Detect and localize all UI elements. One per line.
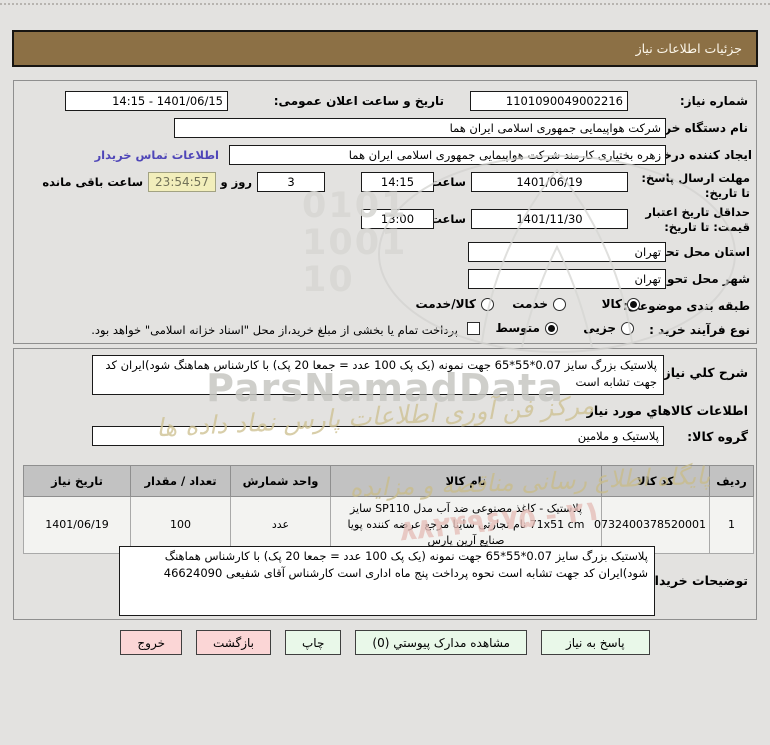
treasury-checkbox-label: پرداخت تمام یا بخشی از مبلغ خرید،از محل … [91,323,458,337]
announce-datetime-label: تاریخ و ساعت اعلان عمومی: [273,94,444,108]
delivery-city-input[interactable] [468,269,666,289]
goods-section-header: اطلاعات کالاهاي مورد نیاز [586,403,748,418]
radio-medium-label: متوسط [495,321,540,335]
exit-button[interactable]: خروج [120,630,182,655]
cell-quantity: 100 [130,496,231,554]
cell-goods-code: 0732400378520001 [594,496,710,554]
page: جزئیات اطلاعات نیاز شماره نیاز: تاریخ و … [0,0,770,745]
cell-row-number: 1 [709,496,754,554]
header-quantity: تعداد / مقدار [130,465,231,497]
radio-service-label: خدمت [512,297,548,311]
header-goods-code: کد کالا [601,465,710,497]
radio-medium[interactable]: متوسط [495,321,558,335]
goods-info-panel: شرح کلي نیاز: پلاستیک بزرگ سایز 0.07*55*… [13,348,757,620]
radio-medium-circle[interactable] [545,321,558,335]
header-goods-name: نام کالا [330,465,602,497]
price-validity-time-input[interactable] [361,209,434,229]
days-and-label: روز و [220,175,252,189]
footer-button-row: پاسخ به نیاز مشاهده مدارک پیوستي (0) چاپ… [0,630,770,655]
price-validity-label: حداقل تاریخ اعتبار قیمت: تا تاریخ: [645,205,750,234]
goods-group-label: گروه کالا: [687,429,748,444]
purchase-process-label: نوع فرآیند خرید : [649,323,750,337]
radio-goods-label: کالا [601,297,622,311]
need-info-panel: شماره نیاز: تاریخ و ساعت اعلان عمومی: نا… [13,80,757,344]
treasury-checkbox[interactable] [467,322,480,335]
response-deadline-date-input[interactable] [471,172,628,192]
goods-table-row: 1 0732400378520001 پلاستیک - کاغذ مصنوعی… [23,496,754,554]
header-need-date: تاریخ نیاز [23,465,131,497]
response-deadline-hour-label: ساعت [430,175,466,189]
top-dotted-divider [0,3,770,5]
print-button[interactable]: چاپ [285,630,342,655]
need-number-input[interactable] [470,91,628,111]
header-row-number: ردیف [709,465,754,497]
radio-service-circle[interactable] [553,297,566,311]
countdown-timer: 23:54:57 [148,172,216,192]
announce-datetime-input[interactable] [65,91,228,111]
response-deadline-time-input[interactable] [361,172,434,192]
cell-goods-name: پلاستیک - کاغذ مصنوعی ضد آب مدل SP110 سا… [330,496,602,554]
respond-to-need-button[interactable]: پاسخ به نیاز [540,630,650,655]
radio-goods-service[interactable]: کالا/خدمت [415,297,494,311]
need-number-label: شماره نیاز: [679,94,748,108]
buyer-contact-link[interactable]: اطلاعات تماس خریدار [95,148,219,162]
radio-goods[interactable]: کالا [602,297,640,311]
goods-table: ردیف کد کالا نام کالا واحد شمارش تعداد /… [23,465,754,554]
hours-remaining-label: ساعت باقی مانده [42,175,143,189]
back-button[interactable]: بازگشت [196,630,271,655]
page-title: جزئیات اطلاعات نیاز [635,41,742,56]
request-creator-input[interactable] [229,145,666,165]
price-validity-date-input[interactable] [471,209,628,229]
buyer-notes-box[interactable]: پلاستیک بزرگ سایز 0.07*55*65 جهت نمونه (… [119,546,655,616]
header-count-unit: واحد شمارش [230,465,331,497]
radio-partial[interactable]: جزیی [583,321,634,335]
response-deadline-label: مهلت ارسال پاسخ: تا تاریخ: [641,171,750,200]
title-bar: جزئیات اطلاعات نیاز [12,30,758,67]
remaining-days-input[interactable] [257,172,325,192]
view-attachments-button[interactable]: مشاهده مدارک پیوستي (0) [355,630,527,655]
radio-goods-circle[interactable] [627,297,640,311]
general-desc-label: شرح کلي نیاز: [658,365,748,380]
cell-count-unit: عدد [230,496,331,554]
radio-goods-service-circle[interactable] [481,297,494,311]
goods-table-header-row: ردیف کد کالا نام کالا واحد شمارش تعداد /… [23,465,754,497]
price-validity-hour-label: ساعت [430,212,466,226]
radio-goods-service-label: کالا/خدمت [415,297,476,311]
radio-partial-label: جزیی [583,321,616,335]
buyer-notes-label: توضیحات خریدار: [642,573,748,588]
cell-need-date: 1401/06/19 [23,496,131,554]
delivery-province-input[interactable] [468,242,666,262]
buyer-org-input[interactable] [174,118,666,138]
general-desc-box[interactable]: پلاستیک بزرگ سایز 0.07*55*65 جهت نمونه (… [92,355,664,395]
radio-partial-circle[interactable] [621,321,634,335]
subject-classification-label: طبقه بندی موضوعی: [622,299,750,313]
radio-service[interactable]: خدمت [512,297,566,311]
goods-group-input[interactable] [92,426,664,446]
